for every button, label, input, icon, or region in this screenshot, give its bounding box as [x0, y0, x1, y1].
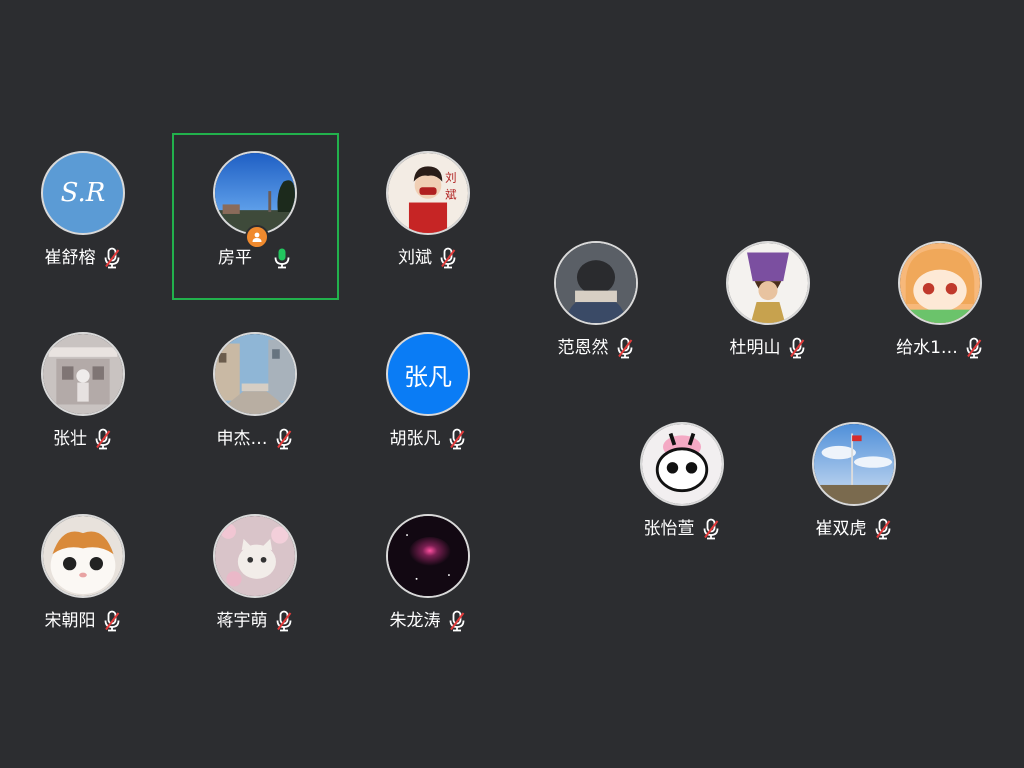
avatar	[213, 151, 297, 235]
participant-tile[interactable]: 张凡 胡张凡	[345, 315, 511, 481]
participant-tile[interactable]: 房平	[172, 134, 338, 300]
participant-name: 刘斌	[398, 248, 432, 268]
participant-name: 张怡萱	[643, 519, 695, 539]
avatar	[554, 241, 638, 325]
participant-name: 范恩然	[557, 338, 609, 358]
avatar: S.R	[41, 151, 125, 235]
avatar	[213, 514, 297, 598]
participant-tile[interactable]: 朱龙涛	[345, 497, 511, 663]
avatar: 张凡	[386, 332, 470, 416]
participant-name: 朱龙涛	[389, 611, 441, 631]
participant-tile[interactable]: 给水1…	[857, 224, 1023, 390]
mic-muted-icon	[703, 518, 718, 540]
participant-name: 申杰…	[216, 429, 268, 449]
mic-muted-icon	[95, 428, 111, 450]
mic-muted-icon	[449, 610, 464, 632]
avatar-initials: 张凡	[404, 362, 452, 391]
avatar	[41, 332, 125, 416]
participant-name: 崔舒榕	[44, 248, 96, 268]
participant-tile[interactable]: 刘 斌 刘斌	[345, 134, 511, 300]
mic-muted-icon	[104, 247, 119, 269]
mic-muted-icon	[276, 610, 291, 632]
mic-icon	[274, 248, 290, 269]
avatar	[386, 514, 470, 598]
avatar	[640, 422, 724, 506]
mic-muted-icon	[789, 337, 804, 359]
avatar	[41, 514, 125, 598]
participant-name: 崔双虎	[815, 519, 867, 539]
participant-name: 张壮	[53, 429, 87, 449]
mic-muted-icon	[875, 518, 890, 540]
avatar	[213, 332, 297, 416]
participant-name: 宋朝阳	[44, 611, 96, 631]
participant-tile[interactable]: 范恩然	[513, 224, 679, 390]
mic-muted-icon	[449, 428, 464, 450]
participant-name: 房平	[218, 248, 252, 268]
participant-name: 胡张凡	[389, 429, 441, 449]
participant-name: 给水1…	[896, 338, 958, 358]
participant-tile[interactable]: 宋朝阳	[0, 497, 166, 663]
mic-muted-icon	[276, 428, 291, 450]
mic-muted-icon	[104, 610, 119, 632]
mic-muted-icon	[440, 247, 456, 269]
host-badge	[245, 225, 269, 249]
participant-name: 蒋宇萌	[216, 611, 268, 631]
mic-muted-icon	[966, 337, 982, 359]
mic-muted-icon	[617, 337, 632, 359]
avatar-initials: S.R	[60, 178, 106, 208]
avatar	[726, 241, 810, 325]
participant-tile[interactable]: 张壮	[0, 315, 166, 481]
svg-text:斌: 斌	[445, 188, 457, 202]
host-person-icon	[252, 232, 262, 242]
participant-tile[interactable]: 蒋宇萌	[172, 497, 338, 663]
avatar	[812, 422, 896, 506]
avatar: 刘 斌	[386, 151, 470, 235]
avatar	[898, 241, 982, 325]
participant-tile[interactable]: 申杰…	[172, 315, 338, 481]
svg-text:刘: 刘	[445, 171, 456, 185]
participant-name: 杜明山	[729, 338, 781, 358]
participant-tile[interactable]: 杜明山	[685, 224, 851, 390]
participant-tile[interactable]: 崔双虎	[771, 405, 937, 571]
participant-tile[interactable]: S.R 崔舒榕	[0, 134, 166, 300]
participant-tile[interactable]: 张怡萱	[599, 405, 765, 571]
